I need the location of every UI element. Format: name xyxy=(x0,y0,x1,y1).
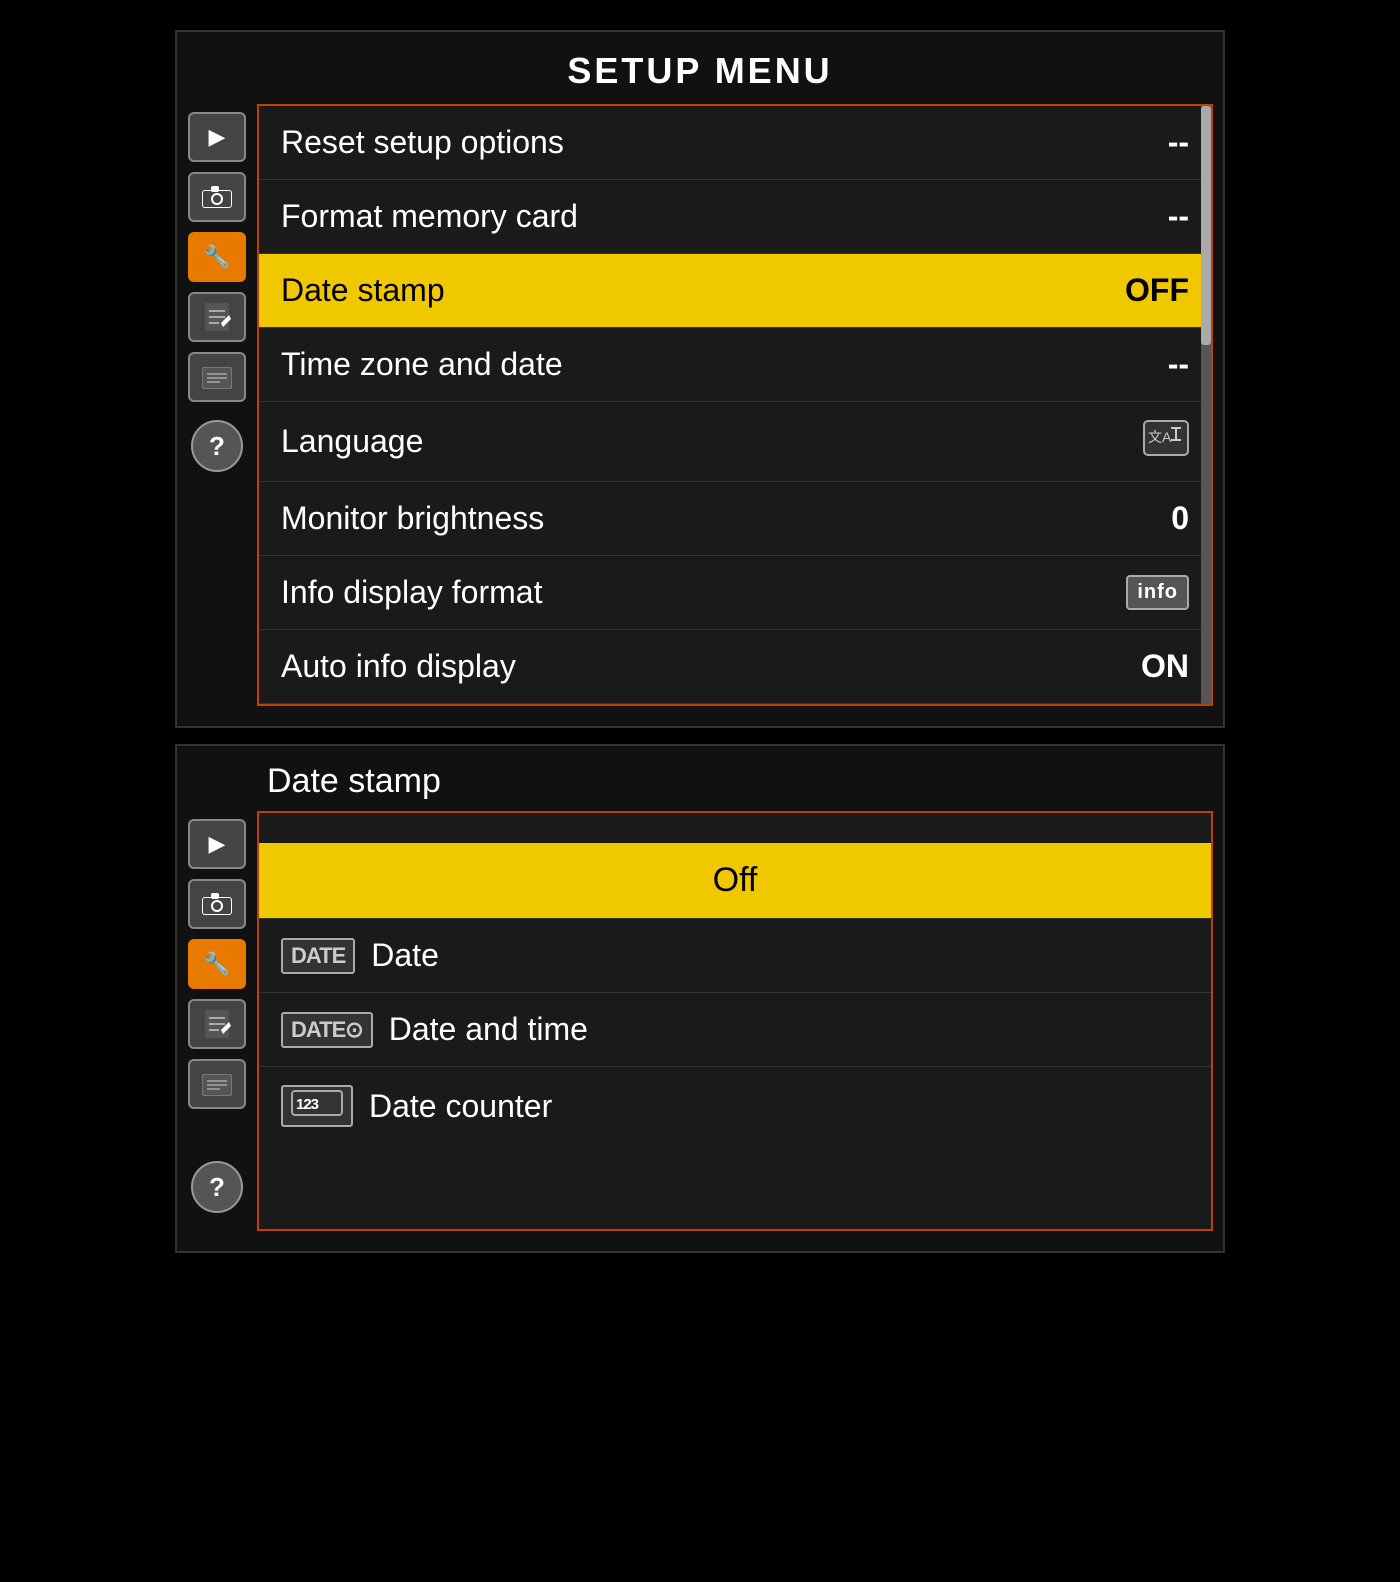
menu-item-time-zone[interactable]: Time zone and date -- xyxy=(259,328,1211,402)
bottom-sidebar-help: ? xyxy=(191,1153,243,1223)
top-screen: SETUP MENU ▶ 🔧 xyxy=(175,30,1225,728)
submenu-area: ▶ 🔧 xyxy=(177,811,1223,1251)
top-sidebar: ▶ 🔧 xyxy=(177,104,257,706)
info-badge: info xyxy=(1126,575,1189,610)
submenu-item-date[interactable]: DATE Date xyxy=(259,919,1211,993)
sidebar-icon-pencil[interactable] xyxy=(188,292,246,342)
date-badge-icon: DATE xyxy=(281,938,355,974)
sidebar-help-button[interactable]: ? xyxy=(191,420,243,472)
svg-text:文A: 文A xyxy=(1148,429,1172,445)
svg-text:123: 123 xyxy=(296,1096,319,1113)
bottom-sidebar-icons: ▶ 🔧 xyxy=(188,819,246,1109)
screen-title: SETUP MENU xyxy=(177,32,1223,104)
scrollbar[interactable] xyxy=(1201,106,1211,704)
submenu-item-date-counter[interactable]: 123 Date counter xyxy=(259,1067,1211,1145)
counter-badge-icon: 123 xyxy=(281,1085,353,1127)
sidebar-icon-wrench[interactable]: 🔧 xyxy=(188,232,246,282)
dateo-badge-icon: DATE⊙ xyxy=(281,1012,373,1048)
bottom-sidebar: ▶ 🔧 xyxy=(177,811,257,1231)
scrollbar-thumb[interactable] xyxy=(1201,106,1211,345)
menu-item-info-display[interactable]: Info display format info xyxy=(259,556,1211,630)
bottom-sidebar-icon-folder[interactable] xyxy=(188,1059,246,1109)
submenu-title: Date stamp xyxy=(177,746,1223,811)
menu-item-reset[interactable]: Reset setup options -- xyxy=(259,106,1211,180)
menu-item-date-stamp[interactable]: Date stamp OFF xyxy=(259,254,1211,328)
menu-item-monitor[interactable]: Monitor brightness 0 xyxy=(259,482,1211,556)
bottom-help-button[interactable]: ? xyxy=(191,1161,243,1213)
bottom-sidebar-icon-play[interactable]: ▶ xyxy=(188,819,246,869)
submenu-item-date-time[interactable]: DATE⊙ Date and time xyxy=(259,993,1211,1067)
bottom-submenu-list: Off DATE Date DATE⊙ Date and time 123 xyxy=(257,811,1213,1231)
sidebar-icon-folder[interactable] xyxy=(188,352,246,402)
menu-item-format[interactable]: Format memory card -- xyxy=(259,180,1211,254)
sidebar-icon-camera[interactable] xyxy=(188,172,246,222)
menu-item-language[interactable]: Language 文A xyxy=(259,402,1211,482)
sidebar-icon-play[interactable]: ▶ xyxy=(188,112,246,162)
bottom-sidebar-icon-camera[interactable] xyxy=(188,879,246,929)
bottom-screen: Date stamp ▶ 🔧 xyxy=(175,744,1225,1253)
submenu-item-off[interactable]: Off xyxy=(259,843,1211,919)
language-icon: 文A xyxy=(1143,420,1189,463)
menu-area: ▶ 🔧 xyxy=(177,104,1223,726)
top-menu-list: Reset setup options -- Format memory car… xyxy=(257,104,1213,706)
bottom-sidebar-icon-pencil[interactable] xyxy=(188,999,246,1049)
bottom-sidebar-icon-wrench[interactable]: 🔧 xyxy=(188,939,246,989)
menu-item-auto-info[interactable]: Auto info display ON xyxy=(259,630,1211,704)
